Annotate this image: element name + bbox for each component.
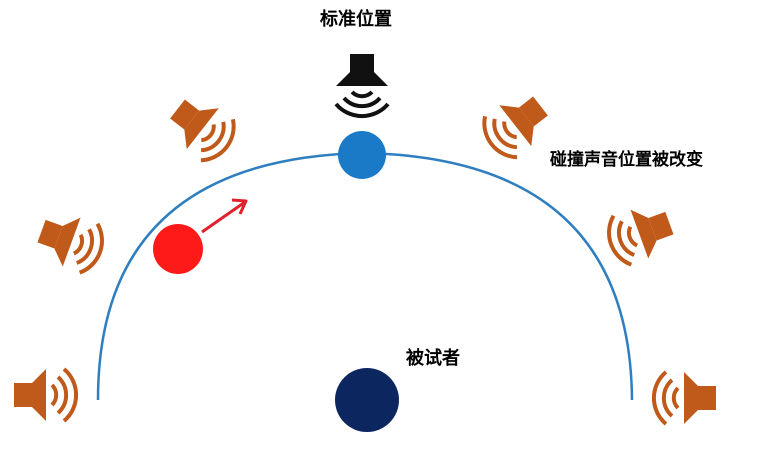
diagram-canvas bbox=[12, 52, 718, 432]
speaker-icon bbox=[334, 52, 390, 119]
diagram-stage: 标准位置 碰撞声音位置被改变 被试者 bbox=[0, 0, 757, 469]
speaker-icon bbox=[12, 367, 79, 423]
subject-dot bbox=[335, 368, 399, 432]
collision-changed-label: 碰撞声音位置被改变 bbox=[550, 150, 703, 170]
position-arc bbox=[96, 151, 634, 401]
speaker-icon bbox=[159, 86, 245, 170]
standard-position-dot bbox=[338, 131, 386, 179]
changed-position-dot bbox=[153, 224, 203, 274]
speaker-icon bbox=[600, 196, 681, 271]
speaker-icon bbox=[651, 370, 718, 426]
subject-label: 被试者 bbox=[406, 348, 460, 369]
arrow-icon bbox=[201, 198, 248, 234]
standard-position-label: 标准位置 bbox=[320, 9, 392, 30]
speaker-icon bbox=[473, 83, 559, 167]
speaker-icon bbox=[30, 204, 111, 279]
